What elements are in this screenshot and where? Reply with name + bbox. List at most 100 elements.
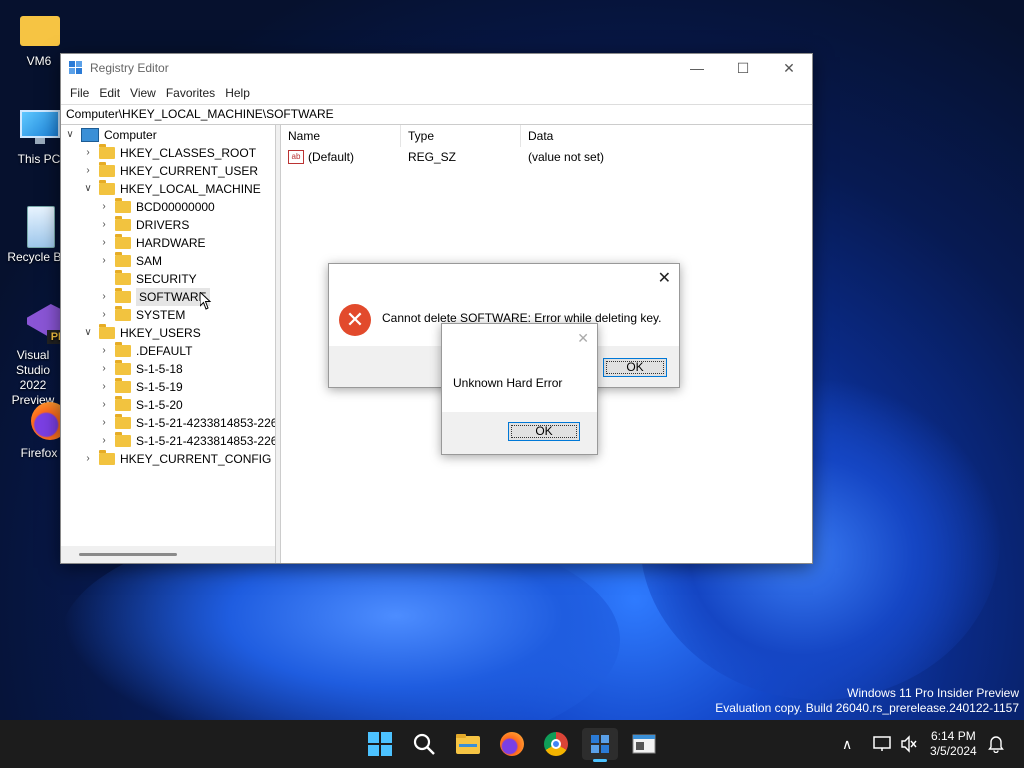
chrome-taskbar-button[interactable] [538,728,574,760]
volume-muted-icon[interactable] [900,735,918,753]
tree-item-hkcr[interactable]: › HKEY_CLASSES_ROOT [83,144,256,162]
minimize-button[interactable]: — [674,54,720,82]
error-ok-button[interactable]: OK [603,358,667,377]
menu-file[interactable]: File [65,86,94,100]
firefox-taskbar-button[interactable] [494,728,530,760]
folder-icon [115,432,131,447]
tree-item-label: SYSTEM [136,308,186,322]
chevron-down-icon[interactable]: ∨ [83,180,93,198]
chevron-right-icon[interactable]: › [99,414,109,432]
chevron-right-icon[interactable]: › [99,288,109,306]
folder-icon [456,734,480,754]
notification-bell-icon[interactable] [988,735,1004,753]
tree-item-system[interactable]: › SYSTEM [99,306,185,324]
firefox-icon [17,402,69,442]
tree-item-label: HKEY_USERS [120,326,201,340]
dialog-close-button[interactable]: ✕ [577,330,589,347]
chevron-down-icon[interactable]: ∨ [83,324,93,342]
monitor-icon [17,108,61,148]
cursor-icon [199,292,211,310]
tree-item-hkcu[interactable]: › HKEY_CURRENT_USER [83,162,258,180]
tree-item-s-1-5-21-b[interactable]: › S-1-5-21-4233814853-2264 [99,432,276,450]
tree-item-s-1-5-18[interactable]: › S-1-5-18 [99,360,183,378]
key-tree: ∨ Computer › HKEY_CLASSES_ROOT › HKEY_CURRE… [61,125,276,563]
tree-item-hkcc[interactable]: › HKEY_CURRENT_CONFIG [83,450,271,468]
chevron-right-icon[interactable]: › [99,234,109,252]
tree-item-label: HKEY_CURRENT_CONFIG [120,452,272,466]
tree-item-label: S-1-5-21-4233814853-2264 [136,416,276,430]
list-item[interactable]: ab (Default) REG_SZ (value not set) [281,147,812,167]
firefox-icon [500,732,524,756]
tree-item-computer[interactable]: ∨ Computer [65,126,157,144]
hard-error-ok-button[interactable]: OK [508,422,580,441]
tree-item-default[interactable]: › .DEFAULT [99,342,192,360]
evaluation-watermark: Windows 11 Pro Insider Preview Evaluatio… [715,686,1019,716]
tree-item-label: Computer [104,128,157,142]
chevron-right-icon[interactable]: › [83,144,93,162]
maximize-button[interactable]: ☐ [720,54,766,82]
chevron-right-icon[interactable]: › [99,342,109,360]
window-title: Registry Editor [90,61,169,75]
tree-item-label: S-1-5-21-4233814853-2264 [136,434,276,448]
scrollbar-thumb[interactable] [79,553,177,556]
tree-item-label: HKEY_CURRENT_USER [120,164,259,178]
clock[interactable]: 6:14 PM 3/5/2024 [930,729,977,759]
chevron-right-icon[interactable]: › [99,432,109,450]
column-header-name[interactable]: Name [281,125,401,147]
menu-edit[interactable]: Edit [94,86,125,100]
chevron-right-icon[interactable]: › [99,396,109,414]
chevron-down-icon[interactable]: ∨ [65,126,75,144]
chevron-right-icon[interactable]: › [83,450,93,468]
app-taskbar-button[interactable] [626,728,662,760]
start-button[interactable] [362,728,398,760]
tree-item-bcd[interactable]: › BCD00000000 [99,198,215,216]
hard-error-dialog-body: ✕ Unknown Hard Error [442,324,597,412]
list-header: Name Type Data [281,125,812,147]
column-header-data[interactable]: Data [521,125,721,147]
tree-item-software[interactable]: › SOFTWARE [99,288,212,310]
tree-item-s-1-5-19[interactable]: › S-1-5-19 [99,378,183,396]
tree-item-s-1-5-20[interactable]: › S-1-5-20 [99,396,183,414]
registry-editor-icon [591,735,609,753]
folder-icon [17,10,61,50]
chevron-right-icon[interactable]: › [83,162,93,180]
menu-view[interactable]: View [125,86,161,100]
address-bar[interactable]: Computer\HKEY_LOCAL_MACHINE\SOFTWARE [61,104,812,125]
tree-item-drivers[interactable]: › DRIVERS [99,216,189,234]
chevron-right-icon[interactable]: › [99,306,109,324]
column-header-type[interactable]: Type [401,125,521,147]
chevron-right-icon[interactable]: › [99,360,109,378]
file-explorer-button[interactable] [450,728,486,760]
network-icon[interactable] [872,735,892,753]
tree-item-s-1-5-21-a[interactable]: › S-1-5-21-4233814853-2264 [99,414,276,432]
registry-editor-taskbar-button[interactable] [582,728,618,762]
tree-item-security[interactable]: SECURITY [99,270,197,288]
tree-item-hku[interactable]: ∨ HKEY_USERS [83,324,201,342]
chevron-right-icon[interactable]: › [99,252,109,270]
menu-favorites[interactable]: Favorites [161,86,220,100]
watermark-line: Windows 11 Pro Insider Preview [847,686,1019,700]
folder-icon [99,180,115,195]
value-data: (value not set) [528,150,605,164]
chevron-right-icon[interactable]: › [99,216,109,234]
menu-help[interactable]: Help [220,86,255,100]
tree-item-hklm[interactable]: ∨ HKEY_LOCAL_MACHINE [83,180,261,198]
visual-studio-icon: PRE [17,304,77,344]
tree-item-label: SAM [136,254,163,268]
chevron-right-icon[interactable]: › [99,378,109,396]
close-button[interactable]: ✕ [766,54,812,82]
tree-item-hardware[interactable]: › HARDWARE [99,234,206,252]
error-icon: ✕ [339,304,371,336]
tree-item-sam[interactable]: › SAM [99,252,162,270]
tray-overflow-chevron[interactable]: ∧ [842,736,852,753]
dialog-close-button[interactable]: ✕ [658,268,671,288]
folder-icon [115,414,131,429]
title-bar[interactable]: Registry Editor — ☐ ✕ [61,54,812,82]
tree-horizontal-scrollbar[interactable] [61,546,275,563]
taskbar: ∧ 6:14 PM 3/5/2024 [0,720,1024,768]
search-button[interactable] [406,728,442,760]
folder-icon [115,342,131,357]
chevron-right-icon[interactable]: › [99,198,109,216]
string-value-icon: ab [288,150,304,165]
folder-icon [115,270,131,285]
